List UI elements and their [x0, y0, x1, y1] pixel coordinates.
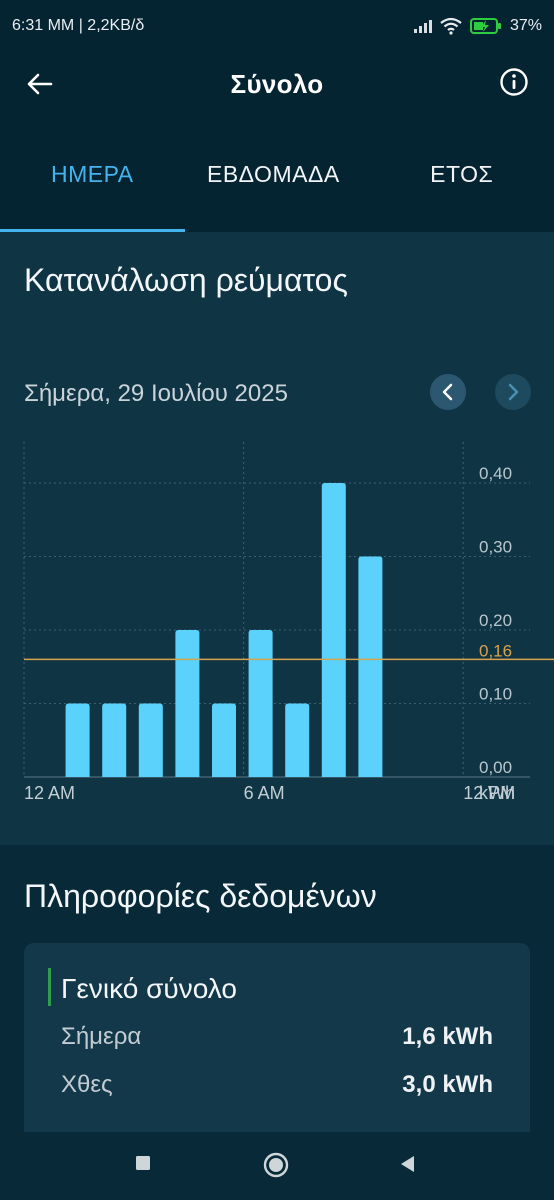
y-tick-label: 0,30 — [479, 538, 512, 557]
chart-bar — [321, 483, 346, 777]
previous-day-button[interactable] — [430, 374, 466, 410]
total-row-value: 1,6 kWh — [402, 1023, 493, 1050]
tab-day-label: ΗΜΕΡΑ — [51, 160, 134, 187]
status-icons: 37% — [413, 17, 542, 35]
tab-day[interactable]: ΗΜΕΡΑ — [0, 116, 185, 232]
app-bar: Σύνολο — [0, 52, 554, 116]
y-tick-label: 0,40 — [479, 464, 512, 483]
total-row-today: Σήμερα 1,6 kWh — [61, 1023, 493, 1051]
total-row-label: Σήμερα — [61, 1023, 142, 1050]
total-card: Γενικό σύνολο Σήμερα 1,6 kWh Χθες 3,0 kW… — [24, 943, 530, 1143]
next-day-button[interactable] — [495, 374, 531, 410]
x-unit-label: kWh — [479, 783, 515, 803]
home-button[interactable] — [263, 1152, 289, 1178]
chevron-right-icon — [508, 383, 519, 401]
page-title: Σύνολο — [230, 68, 324, 99]
chart-bar — [65, 703, 90, 777]
chart-bar — [175, 630, 200, 777]
info-circle-icon — [500, 68, 528, 96]
recents-button[interactable] — [134, 1154, 152, 1172]
back-button[interactable] — [24, 68, 56, 100]
chart-bar — [358, 556, 383, 777]
triangle-back-icon — [401, 1156, 414, 1172]
info-button[interactable] — [498, 66, 530, 98]
period-tabs: ΗΜΕΡΑ ΕΒΔΟΜΑΔΑ ΕΤΟΣ — [0, 116, 554, 232]
chart-bar — [285, 703, 310, 777]
chart-bar — [102, 703, 127, 777]
y-tick-label: 0,10 — [479, 685, 512, 704]
consumption-chart: 0,16 0,400,300,200,100,00 12 AM 6 AM 12 PM… — [23, 442, 554, 803]
tab-year[interactable]: ΕΤΟΣ — [369, 116, 554, 232]
status-time: 6:31 ΜΜ | 2,2KB/δ — [12, 17, 145, 34]
x-tick-label: 12 AM — [24, 783, 75, 803]
consumption-title: Κατανάλωση ρεύματος — [24, 262, 348, 298]
tab-year-label: ΕΤΟΣ — [430, 160, 494, 187]
chart-bar — [138, 703, 163, 777]
back-nav-button[interactable] — [398, 1154, 416, 1174]
chevron-left-icon — [442, 383, 453, 401]
total-row-label: Χθες — [61, 1071, 113, 1098]
total-row-value: 3,0 kWh — [402, 1071, 493, 1098]
total-accent-bar — [48, 968, 51, 1006]
wifi-icon — [440, 17, 462, 35]
signal-icon — [413, 19, 432, 33]
tab-week-label: ΕΒΔΟΜΑΔΑ — [207, 161, 340, 187]
x-tick-label: 6 AM — [244, 783, 285, 803]
chart-bar — [212, 703, 236, 777]
square-icon — [136, 1156, 150, 1170]
average-label: 0,16 — [479, 641, 512, 660]
y-tick-label: 0,20 — [479, 611, 512, 630]
home-circle-icon — [263, 1152, 289, 1178]
tab-week[interactable]: ΕΒΔΟΜΑΔΑ — [185, 116, 370, 232]
y-tick-label: 0,00 — [479, 758, 512, 777]
status-bar: 6:31 ΜΜ | 2,2KB/δ 37% — [0, 0, 554, 52]
data-info-title: Πληροφορίες δεδομένων — [24, 878, 377, 914]
chart-bar — [248, 630, 273, 777]
battery-charging-icon — [469, 17, 502, 35]
total-heading: Γενικό σύνολο — [61, 973, 237, 1004]
arrow-left-icon — [27, 73, 53, 95]
total-row-yesterday: Χθες 3,0 kWh — [61, 1071, 493, 1099]
system-navigation-bar — [0, 1132, 554, 1200]
battery-percentage: 37% — [509, 17, 542, 34]
date-label: Σήμερα, 29 Ιουλίου 2025 — [24, 380, 288, 407]
